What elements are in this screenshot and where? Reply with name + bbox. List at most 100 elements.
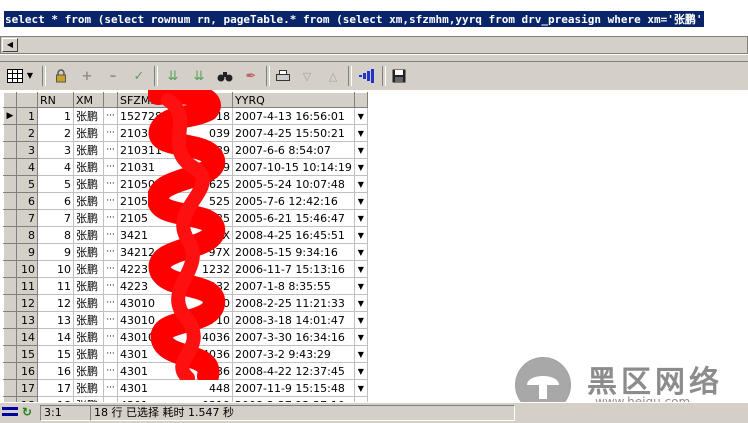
cell-yyrq-dropdown-icon[interactable]: ▼ [353, 226, 368, 244]
minus-icon[interactable]: – [102, 65, 124, 87]
print-icon[interactable] [272, 65, 294, 87]
cell-rn[interactable]: 17 [37, 379, 74, 397]
cell-yyrq[interactable]: 2007-11-9 15:15:48 [232, 379, 355, 397]
cell-yyrq-dropdown-icon[interactable]: ▼ [353, 192, 368, 210]
cell-xm[interactable]: 张鹏 [73, 345, 104, 363]
column-header-yyrq[interactable]: YYRQ [232, 92, 355, 108]
cell-xm[interactable]: 张鹏 [73, 124, 104, 142]
cell-xm[interactable]: 张鹏 [73, 209, 104, 227]
triangle-down-icon[interactable]: ▽ [296, 65, 318, 87]
cell-rn[interactable]: 13 [37, 311, 74, 329]
cell-xm-ellipsis-button[interactable]: ··· [103, 243, 118, 261]
eraser-icon[interactable]: ✒ [240, 65, 262, 87]
cell-xm-ellipsis-button[interactable]: ··· [103, 294, 118, 312]
cell-yyrq[interactable]: 2005-5-24 10:07:48 [232, 175, 355, 193]
cell-xm-ellipsis-button[interactable]: ··· [103, 345, 118, 363]
cell-rn[interactable]: 16 [37, 362, 74, 380]
cell-rn[interactable]: 10 [37, 260, 74, 278]
cell-xm-ellipsis-button[interactable]: ··· [103, 328, 118, 346]
cell-xm[interactable]: 张鹏 [73, 328, 104, 346]
cell-rn[interactable]: 2 [37, 124, 74, 142]
cell-rn[interactable]: 11 [37, 277, 74, 295]
chart-icon[interactable] [356, 65, 378, 87]
cell-xm-ellipsis-button[interactable]: ··· [103, 158, 118, 176]
cell-xm-ellipsis-button[interactable]: ··· [103, 379, 118, 397]
cell-yyrq[interactable]: 2005-6-21 15:46:47 [232, 209, 355, 227]
cell-yyrq[interactable]: 2007-10-15 10:14:19 [232, 158, 355, 176]
grid-icon[interactable] [4, 65, 26, 87]
cell-yyrq[interactable]: 2008-3-18 14:01:47 [232, 311, 355, 329]
cell-yyrq[interactable]: 2008-4-25 16:45:51 [232, 226, 355, 244]
cell-xm-ellipsis-button[interactable]: ··· [103, 226, 118, 244]
cell-rn[interactable]: 3 [37, 141, 74, 159]
cell-yyrq[interactable]: 2007-6-6 8:54:07 [232, 141, 355, 159]
cell-yyrq[interactable]: 2008-2-25 11:21:33 [232, 294, 355, 312]
cell-yyrq-dropdown-icon[interactable]: ▼ [353, 345, 368, 363]
cell-rn[interactable]: 14 [37, 328, 74, 346]
table-row[interactable]: 17 17 张鹏 ··· 4301 448 2007-11-9 15:15:48 ▼ [3, 379, 368, 397]
cell-xm[interactable]: 张鹏 [73, 141, 104, 159]
cell-yyrq[interactable]: 2007-3-2 9:43:29 [232, 345, 355, 363]
cell-xm-ellipsis-button[interactable]: ··· [103, 311, 118, 329]
cell-yyrq-dropdown-icon[interactable]: ▼ [353, 294, 368, 312]
cell-xm-ellipsis-button[interactable]: ··· [103, 175, 118, 193]
cell-sfzmhm[interactable]: 4301 448 [117, 379, 233, 397]
cell-yyrq-dropdown-icon[interactable]: ▼ [353, 209, 368, 227]
cell-yyrq-dropdown-icon[interactable]: ▼ [353, 328, 368, 346]
cell-xm[interactable]: 张鹏 [73, 175, 104, 193]
cell-rn[interactable]: 9 [37, 243, 74, 261]
cell-yyrq[interactable]: 2007-3-30 16:34:16 [232, 328, 355, 346]
cell-yyrq-dropdown-icon[interactable]: ▼ [353, 311, 368, 329]
cell-xm-ellipsis-button[interactable]: ··· [103, 260, 118, 278]
filter-clear-icon[interactable]: ⇊ [188, 65, 210, 87]
cell-yyrq-dropdown-icon[interactable]: ▼ [353, 158, 368, 176]
pane-splitter[interactable] [0, 54, 748, 62]
cell-rn[interactable]: 1 [37, 107, 74, 125]
cell-yyrq-dropdown-icon[interactable]: ▼ [353, 379, 368, 397]
cell-rn[interactable]: 12 [37, 294, 74, 312]
sql-query-text[interactable]: select * from (select rownum rn, pageTab… [4, 11, 704, 27]
cell-yyrq[interactable]: 2008-4-22 12:37:45 [232, 362, 355, 380]
cell-xm[interactable]: 张鹏 [73, 158, 104, 176]
cell-yyrq-dropdown-icon[interactable]: ▼ [353, 243, 368, 261]
check-icon[interactable]: ✓ [128, 65, 150, 87]
cell-rn[interactable]: 7 [37, 209, 74, 227]
cell-xm[interactable]: 张鹏 [73, 226, 104, 244]
cell-xm[interactable]: 张鹏 [73, 294, 104, 312]
plus-icon[interactable]: + [76, 65, 98, 87]
cell-yyrq-dropdown-icon[interactable]: ▼ [353, 124, 368, 142]
cell-yyrq-dropdown-icon[interactable]: ▼ [353, 141, 368, 159]
cell-rn[interactable]: 5 [37, 175, 74, 193]
cell-yyrq-dropdown-icon[interactable]: ▼ [353, 175, 368, 193]
cell-xm[interactable]: 张鹏 [73, 192, 104, 210]
cell-rn[interactable]: 4 [37, 158, 74, 176]
column-header-rn[interactable]: RN [37, 92, 74, 108]
cell-yyrq-dropdown-icon[interactable]: ▼ [353, 260, 368, 278]
cell-xm-ellipsis-button[interactable]: ··· [103, 141, 118, 159]
cell-yyrq-dropdown-icon[interactable]: ▼ [353, 362, 368, 380]
cell-xm-ellipsis-button[interactable]: ··· [103, 124, 118, 142]
triangle-up-icon[interactable]: △ [322, 65, 344, 87]
cell-xm-ellipsis-button[interactable]: ··· [103, 362, 118, 380]
lock-icon[interactable] [50, 65, 72, 87]
cell-rn[interactable]: 15 [37, 345, 74, 363]
cell-xm-ellipsis-button[interactable]: ··· [103, 107, 118, 125]
cell-xm[interactable]: 张鹏 [73, 362, 104, 380]
cell-yyrq-dropdown-icon[interactable]: ▼ [353, 277, 368, 295]
cell-yyrq[interactable]: 2007-4-25 15:50:21 [232, 124, 355, 142]
cell-xm-ellipsis-button[interactable]: ··· [103, 209, 118, 227]
cell-yyrq[interactable]: 2007-1-8 8:35:55 [232, 277, 355, 295]
cell-xm[interactable]: 张鹏 [73, 379, 104, 397]
cell-yyrq-dropdown-icon[interactable]: ▼ [353, 107, 368, 125]
cell-yyrq[interactable]: 2008-5-15 9:34:16 [232, 243, 355, 261]
cell-yyrq[interactable]: 2006-11-7 15:13:16 [232, 260, 355, 278]
cell-xm[interactable]: 张鹏 [73, 107, 104, 125]
dropdown-icon[interactable]: ▼ [24, 65, 36, 87]
cell-xm[interactable]: 张鹏 [73, 243, 104, 261]
filter-down-icon[interactable]: ⇊ [162, 65, 184, 87]
cell-yyrq[interactable]: 2005-7-6 12:42:16 [232, 192, 355, 210]
cell-yyrq[interactable]: 2007-4-13 16:56:01 [232, 107, 355, 125]
save-icon[interactable] [388, 65, 410, 87]
column-header-xm[interactable]: XM [73, 92, 104, 108]
cell-rn[interactable]: 6 [37, 192, 74, 210]
